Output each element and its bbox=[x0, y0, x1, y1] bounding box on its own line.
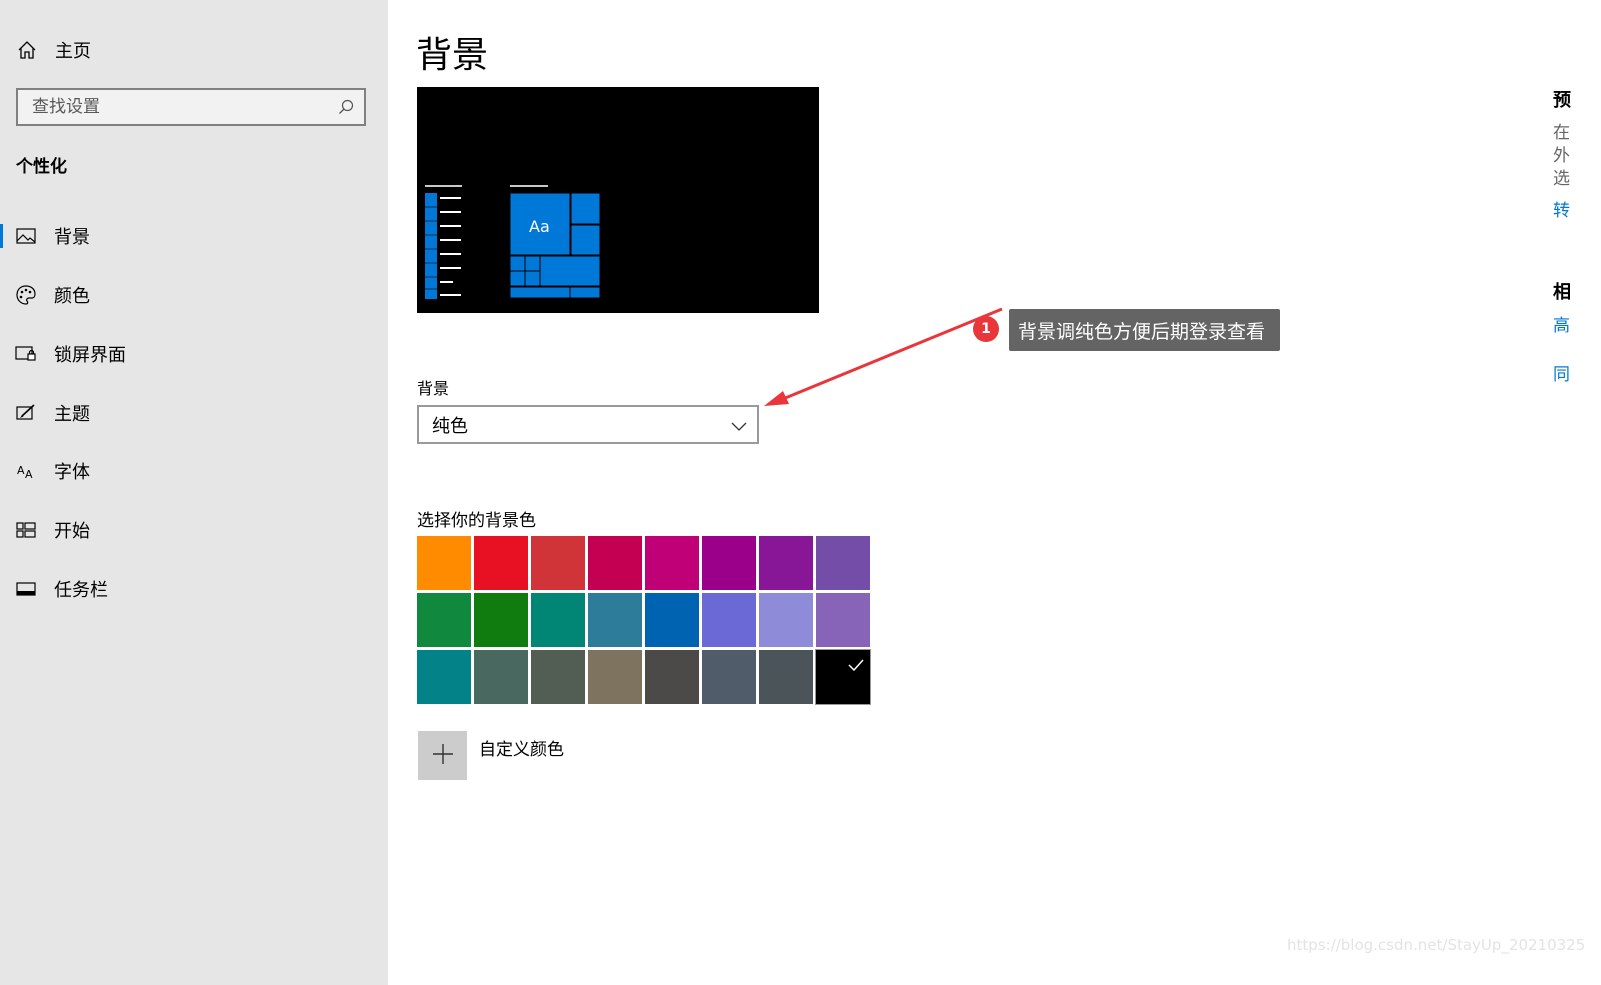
color-swatch[interactable] bbox=[759, 536, 813, 590]
search-input[interactable] bbox=[18, 90, 332, 124]
related-text-line: 选 bbox=[1553, 169, 1570, 189]
related-heading: 相 bbox=[1553, 282, 1571, 303]
sidebar-item-background[interactable]: 背景 bbox=[0, 214, 388, 258]
custom-color-label[interactable]: 自定义颜色 bbox=[479, 735, 564, 760]
section-title: 个性化 bbox=[16, 157, 67, 177]
color-swatch[interactable] bbox=[588, 593, 642, 647]
related-link[interactable]: 高 bbox=[1553, 311, 1570, 336]
color-swatch[interactable] bbox=[531, 536, 585, 590]
sidebar-item-label: 锁屏界面 bbox=[54, 345, 126, 366]
sidebar-item-label: 任务栏 bbox=[54, 580, 108, 601]
background-type-dropdown[interactable]: 纯色 bbox=[417, 405, 759, 444]
start-menu-preview bbox=[425, 185, 601, 299]
lock-screen-icon bbox=[15, 343, 37, 365]
svg-text:A: A bbox=[25, 468, 33, 480]
custom-color-button[interactable] bbox=[418, 731, 467, 780]
color-swatch[interactable] bbox=[417, 536, 471, 590]
choose-color-label: 选择你的背景色 bbox=[417, 511, 536, 531]
chevron-down-icon bbox=[731, 417, 747, 436]
color-swatch[interactable] bbox=[759, 650, 813, 704]
sidebar-item-label: 颜色 bbox=[54, 286, 90, 307]
annotation-number-badge: 1 bbox=[973, 316, 999, 342]
color-swatch[interactable] bbox=[645, 650, 699, 704]
watermark: https://blog.csdn.net/StayUp_20210325 bbox=[1287, 936, 1586, 954]
color-swatch[interactable] bbox=[588, 536, 642, 590]
annotation-callout: 背景调纯色方便后期登录查看 bbox=[1009, 309, 1281, 351]
sidebar-item-themes[interactable]: 主题 bbox=[0, 391, 388, 435]
sidebar-item-label: 开始 bbox=[54, 521, 90, 542]
search-field[interactable] bbox=[16, 88, 366, 126]
background-type-label: 背景 bbox=[417, 379, 450, 398]
picture-icon bbox=[15, 225, 37, 247]
color-swatch-grid bbox=[417, 536, 873, 705]
sidebar-item-label: 背景 bbox=[54, 227, 90, 248]
sidebar-item-home[interactable]: 主页 bbox=[16, 36, 91, 64]
start-tiles-icon bbox=[15, 519, 37, 541]
dropdown-value: 纯色 bbox=[432, 415, 468, 437]
color-swatch[interactable] bbox=[531, 650, 585, 704]
sidebar-item-label: 主题 bbox=[54, 404, 90, 425]
color-swatch[interactable] bbox=[417, 650, 471, 704]
sidebar-item-start[interactable]: 开始 bbox=[0, 508, 388, 552]
color-swatch[interactable] bbox=[702, 650, 756, 704]
related-link[interactable]: 同 bbox=[1553, 360, 1570, 385]
sidebar-item-taskbar[interactable]: 任务栏 bbox=[0, 567, 388, 611]
related-text-line: 外 bbox=[1553, 146, 1570, 166]
color-swatch[interactable] bbox=[702, 593, 756, 647]
checkmark-icon bbox=[848, 656, 864, 675]
sidebar-item-label: 字体 bbox=[54, 462, 90, 483]
preview-tile-text: Aa bbox=[529, 217, 550, 236]
color-swatch[interactable] bbox=[417, 593, 471, 647]
color-swatch[interactable] bbox=[645, 593, 699, 647]
home-icon bbox=[16, 39, 38, 61]
sidebar: 主页 个性化 背景 颜色 锁屏界面 主题 AA 字体 bbox=[0, 0, 388, 985]
color-swatch[interactable] bbox=[474, 593, 528, 647]
color-swatch[interactable] bbox=[702, 536, 756, 590]
color-swatch[interactable] bbox=[816, 536, 870, 590]
plus-icon bbox=[432, 743, 454, 769]
font-icon: AA bbox=[15, 460, 37, 482]
sidebar-item-lock-screen[interactable]: 锁屏界面 bbox=[0, 332, 388, 376]
sidebar-home-label: 主页 bbox=[55, 41, 91, 62]
color-swatch[interactable] bbox=[474, 650, 528, 704]
related-text-line: 在 bbox=[1553, 123, 1570, 143]
color-swatch[interactable] bbox=[815, 649, 871, 705]
taskbar-icon bbox=[15, 578, 37, 600]
svg-text:A: A bbox=[17, 464, 25, 477]
palette-icon bbox=[15, 284, 37, 306]
sidebar-item-fonts[interactable]: AA 字体 bbox=[0, 449, 388, 493]
color-swatch[interactable] bbox=[474, 536, 528, 590]
sidebar-item-colors[interactable]: 颜色 bbox=[0, 273, 388, 317]
related-settings-panel: 预 在 外 选 转 相 高 同 bbox=[1552, 0, 1601, 985]
desktop-preview: Aa bbox=[417, 87, 819, 313]
color-swatch[interactable] bbox=[816, 593, 870, 647]
color-swatch[interactable] bbox=[588, 650, 642, 704]
page-title: 背景 bbox=[416, 35, 489, 76]
color-swatch[interactable] bbox=[645, 536, 699, 590]
theme-brush-icon bbox=[15, 402, 37, 424]
related-link[interactable]: 转 bbox=[1553, 196, 1570, 221]
search-icon[interactable] bbox=[338, 99, 354, 115]
color-swatch[interactable] bbox=[531, 593, 585, 647]
color-swatch[interactable] bbox=[759, 593, 813, 647]
related-heading: 预 bbox=[1553, 90, 1571, 111]
